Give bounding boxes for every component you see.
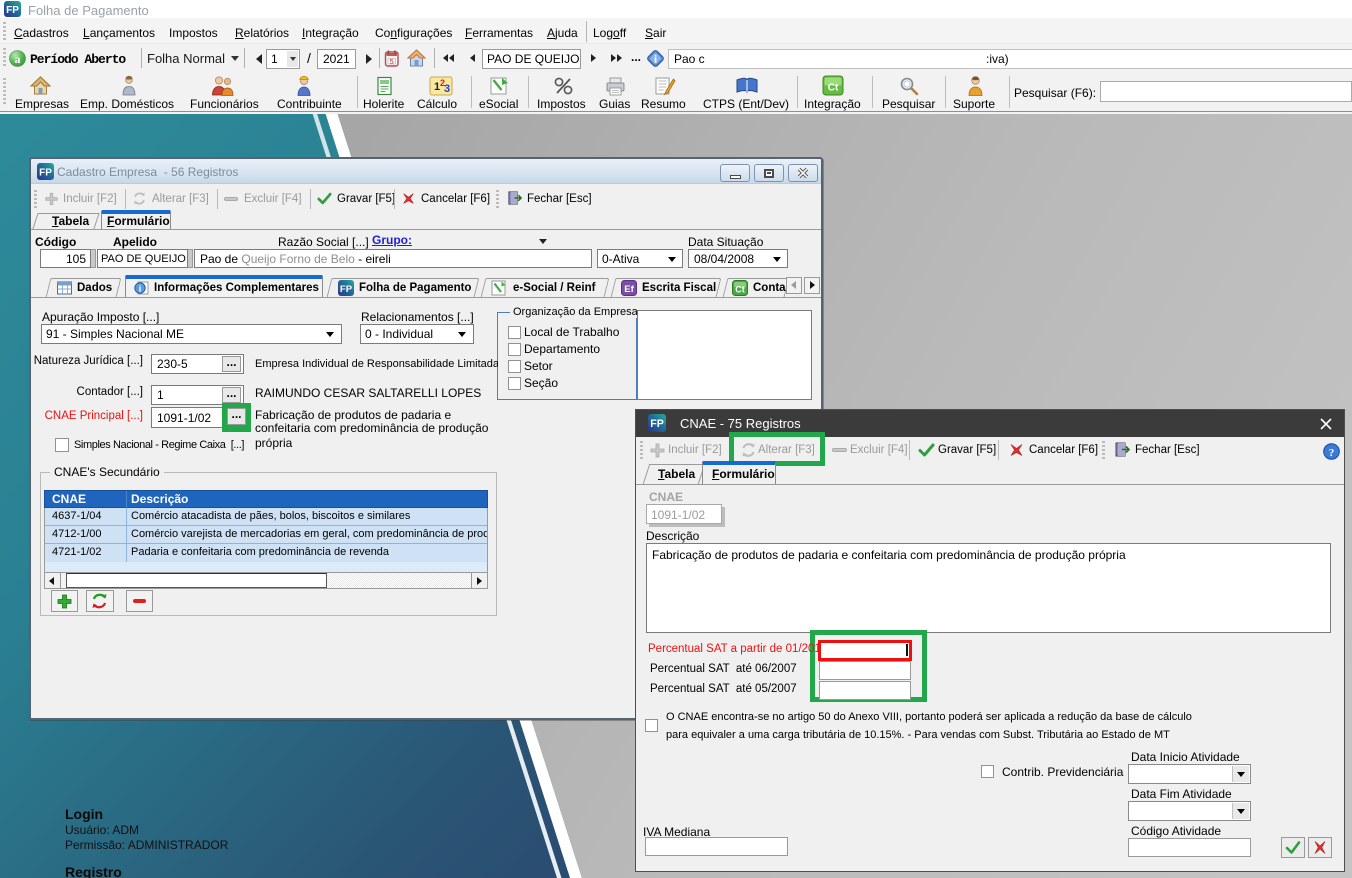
svg-text:i: i [654,54,657,66]
svg-text:FP: FP [340,284,353,295]
svg-text:Ct: Ct [828,83,839,94]
svg-text:3: 3 [444,83,450,95]
svg-text:?: ? [1329,447,1335,459]
svg-text:Ef: Ef [624,284,634,295]
svg-text:a: a [15,52,21,66]
svg-text:Ct: Ct [735,285,745,295]
svg-text:FP: FP [39,168,52,179]
svg-text:FP: FP [650,418,664,430]
svg-text:5: 5 [390,57,394,66]
svg-text:FP: FP [6,5,19,16]
